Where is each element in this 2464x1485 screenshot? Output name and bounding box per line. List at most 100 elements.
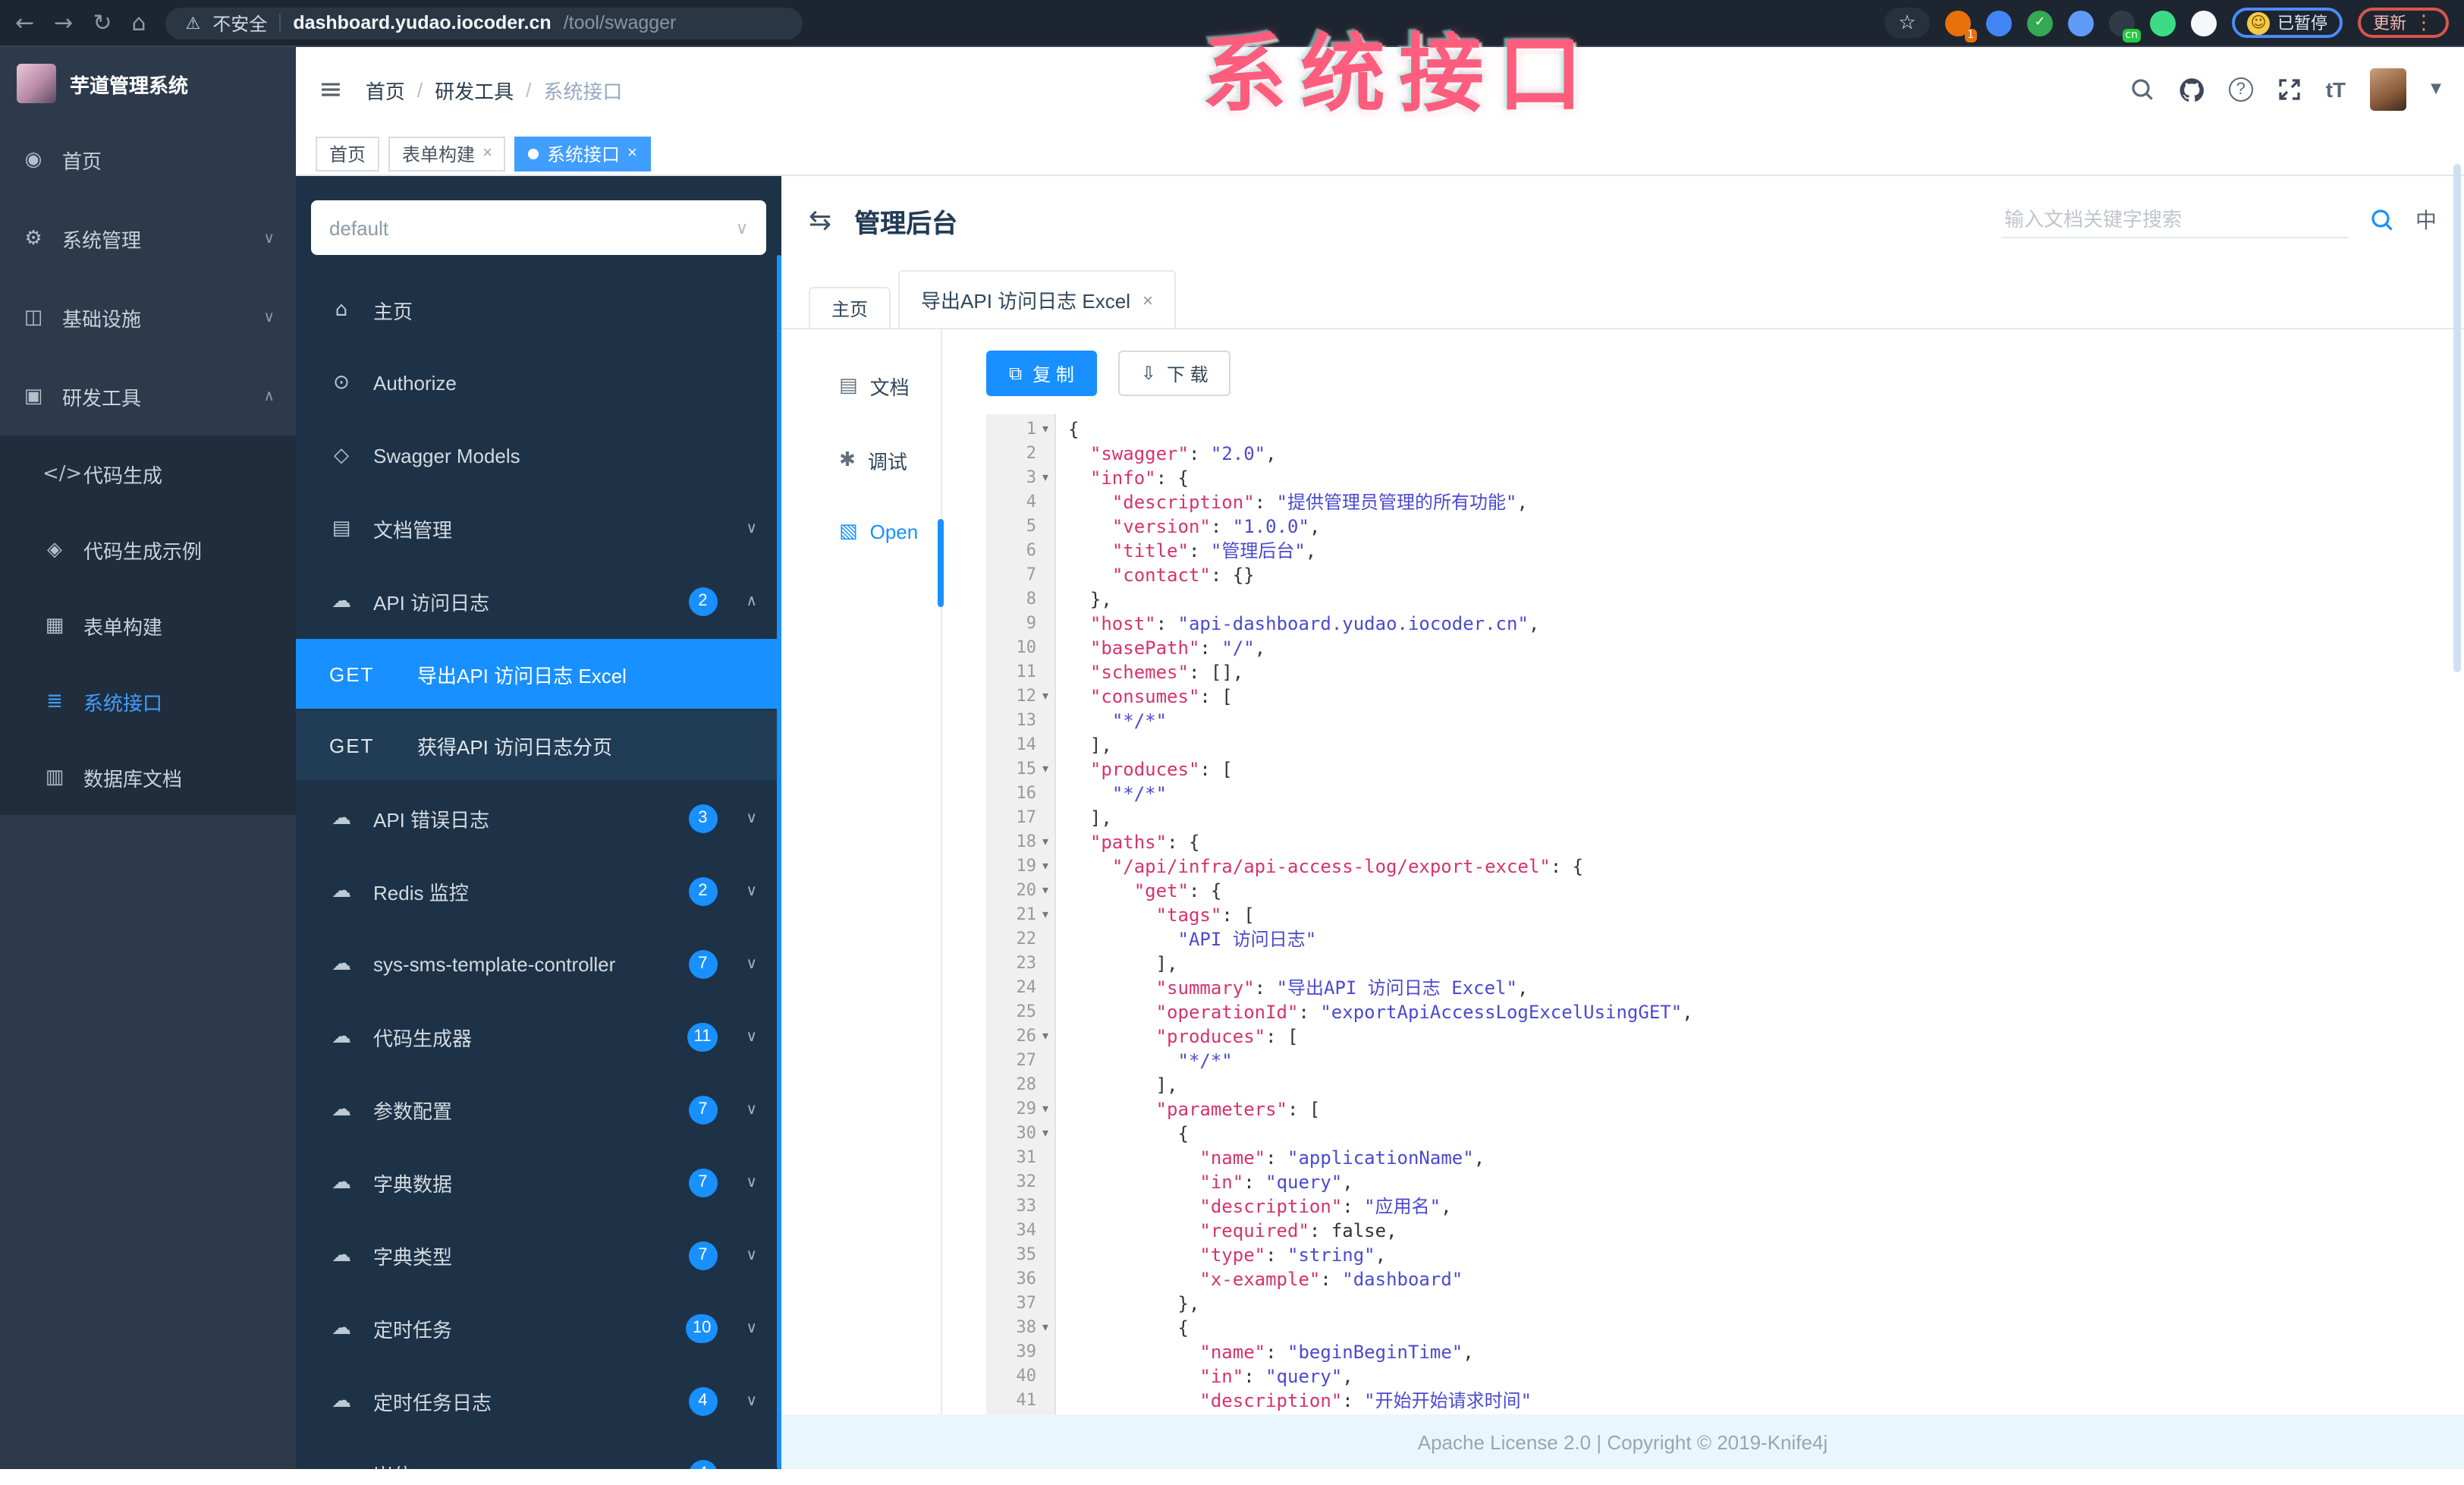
line-number[interactable]: 25 (986, 1000, 1054, 1024)
fold-icon[interactable]: ▾ (1036, 1024, 1054, 1049)
sidebar-item-研发工具[interactable]: ▣ 研发工具 ∧ (0, 357, 296, 436)
line-number[interactable]: 18 ▾ (986, 830, 1054, 854)
swagger-menu-item-Swagger Models[interactable]: ◇ Swagger Models (296, 419, 781, 492)
extension-leaf-icon[interactable] (2150, 10, 2176, 36)
line-number[interactable]: 2 (986, 442, 1054, 466)
close-tab-icon[interactable]: × (482, 144, 492, 162)
doc-tab-主页[interactable]: 主页 (809, 287, 891, 328)
extension-star-icon[interactable] (2191, 10, 2217, 36)
home-icon[interactable]: ⌂ (131, 11, 146, 34)
download-button[interactable]: ⇩ 下 载 (1117, 351, 1231, 396)
font-size-icon[interactable]: tT (2326, 77, 2346, 102)
sidebar-subitem-系统接口[interactable]: ≣ 系统接口 (0, 663, 296, 739)
line-number[interactable]: 15 ▾ (986, 757, 1054, 782)
line-number[interactable]: 14 (986, 733, 1054, 757)
view-tab-首页[interactable]: 首页 (316, 136, 380, 171)
line-number[interactable]: 24 (986, 976, 1054, 1000)
fold-icon[interactable]: ▾ (1036, 466, 1054, 490)
line-number[interactable]: 6 (986, 539, 1054, 563)
user-avatar[interactable] (2370, 68, 2407, 111)
github-icon[interactable] (2179, 77, 2205, 102)
line-number[interactable]: 13 (986, 709, 1054, 733)
line-number[interactable]: 11 (986, 660, 1054, 684)
close-doc-tab-icon[interactable]: × (1142, 289, 1153, 310)
swagger-menu-item-定时任务[interactable]: ☁ 定时任务 10 ∨ (296, 1292, 781, 1364)
user-menu-caret-icon[interactable]: ▼ (2431, 82, 2441, 97)
line-number[interactable]: 32 (986, 1170, 1054, 1194)
line-number[interactable]: 36 (986, 1267, 1054, 1292)
fullscreen-icon[interactable] (2277, 77, 2302, 102)
reload-icon[interactable]: ↻ (93, 11, 112, 34)
browser-menu-icon[interactable]: ⋮ (2414, 11, 2434, 34)
line-number[interactable]: 26 ▾ (986, 1024, 1054, 1049)
fold-icon[interactable]: ▾ (1036, 684, 1054, 709)
extension-translate-icon[interactable]: cn (2109, 10, 2141, 42)
swagger-menu-item-Authorize[interactable]: ⊙ Authorize (296, 346, 781, 419)
extension-proxy-icon[interactable]: 1 (1945, 10, 1977, 42)
address-bar[interactable]: ⚠ 不安全 dashboard.yudao.iocoder.cn/tool/sw… (165, 7, 803, 39)
api-operation-获得API 访问日志分页[interactable]: GET 获得API 访问日志分页 (296, 710, 781, 780)
view-tab-系统接口[interactable]: 系统接口 × (514, 136, 651, 171)
language-toggle-icon[interactable]: 中 (2415, 205, 2437, 235)
extension-check-icon[interactable]: ✓ (2027, 10, 2053, 36)
line-number[interactable]: 22 (986, 927, 1054, 952)
sidebar-logo-area[interactable]: 芋道管理系统 (0, 47, 296, 120)
fold-icon[interactable]: ▾ (1036, 854, 1054, 879)
line-number[interactable]: 40 (986, 1364, 1054, 1389)
swagger-menu-item-sys-sms-template-controller[interactable]: ☁ sys-sms-template-controller 7 ∨ (296, 927, 781, 1000)
fold-icon[interactable]: ▾ (1036, 903, 1054, 927)
line-number[interactable]: 28 (986, 1073, 1054, 1097)
line-number[interactable]: 33 (986, 1194, 1054, 1219)
line-number[interactable]: 3 ▾ (986, 466, 1054, 490)
mini-nav-调试[interactable]: ✱ 调试 (781, 446, 941, 475)
mini-nav-文档[interactable]: ▤ 文档 (781, 372, 941, 401)
view-tab-表单构建[interactable]: 表单构建 × (388, 136, 506, 171)
swagger-menu-item-字典数据[interactable]: ☁ 字典数据 7 ∨ (296, 1146, 781, 1219)
line-number[interactable]: 34 (986, 1219, 1054, 1243)
line-number[interactable]: 4 (986, 490, 1054, 514)
extension-grid-icon[interactable] (2068, 10, 2094, 36)
line-number[interactable]: 8 (986, 587, 1054, 612)
line-number[interactable]: 7 (986, 563, 1054, 587)
swagger-menu-item-API 错误日志[interactable]: ☁ API 错误日志 3 ∨ (296, 782, 781, 854)
hamburger-icon[interactable]: ≡ (319, 73, 343, 106)
line-number[interactable]: 27 (986, 1049, 1054, 1073)
search-icon[interactable] (2130, 77, 2154, 102)
swagger-menu-item-字典类型[interactable]: ☁ 字典类型 7 ∨ (296, 1219, 781, 1292)
line-number[interactable]: 10 (986, 636, 1054, 660)
sidebar-subitem-代码生成[interactable]: </> 代码生成 (0, 436, 296, 511)
json-editor[interactable]: 1 ▾ 2 3 ▾ 4 5 6 7 8 9 10 11 12 ▾ 13 14 15 ▾ 16 17 18 ▾ 19 ▾ 20 ▾ 21… (986, 414, 2464, 1414)
line-number[interactable]: 23 (986, 952, 1054, 976)
swagger-menu-item-主页[interactable]: ⌂ 主页 (296, 273, 781, 346)
sidebar-item-基础设施[interactable]: ◫ 基础设施 ∨ (0, 278, 296, 357)
help-icon[interactable]: ? (2228, 77, 2253, 102)
sidebar-subitem-数据库文档[interactable]: ▥ 数据库文档 (0, 739, 296, 815)
line-number[interactable]: 37 (986, 1292, 1054, 1316)
swagger-menu-item-Redis 监控[interactable]: ☁ Redis 监控 2 ∨ (296, 854, 781, 927)
fold-icon[interactable]: ▾ (1036, 879, 1054, 903)
swagger-menu-item-定时任务日志[interactable]: ☁ 定时任务日志 4 ∨ (296, 1364, 781, 1437)
line-number[interactable]: 38 ▾ (986, 1316, 1054, 1340)
fold-icon[interactable]: ▾ (1036, 830, 1054, 854)
line-number[interactable]: 31 (986, 1146, 1054, 1170)
forward-icon[interactable]: → (54, 11, 73, 34)
line-number[interactable]: 41 (986, 1389, 1054, 1413)
line-number[interactable]: 9 (986, 612, 1054, 636)
swagger-menu-item-参数配置[interactable]: ☁ 参数配置 7 ∨ (296, 1073, 781, 1146)
line-number[interactable]: 30 ▾ (986, 1122, 1054, 1146)
swagger-menu-item-代码生成器[interactable]: ☁ 代码生成器 11 ∨ (296, 1000, 781, 1073)
doc-tab-导出API 访问日志 Excel[interactable]: 导出API 访问日志 Excel × (898, 270, 1176, 328)
line-number[interactable]: 1 ▾ (986, 417, 1054, 442)
extension-location-icon[interactable] (1986, 10, 2012, 36)
update-browser-pill[interactable]: 更新 ⋮ (2358, 8, 2449, 38)
close-tab-icon[interactable]: × (627, 144, 637, 162)
api-group-select[interactable]: default ∨ (311, 200, 766, 255)
collapse-menu-icon[interactable]: ⇆ (809, 204, 831, 236)
sidebar-item-首页[interactable]: ◉ 首页 (0, 120, 296, 199)
api-operation-导出API 访问日志 Excel[interactable]: GET 导出API 访问日志 Excel (296, 639, 781, 709)
fold-icon[interactable]: ▾ (1036, 417, 1054, 442)
fold-icon[interactable]: ▾ (1036, 1122, 1054, 1146)
line-number[interactable]: 16 (986, 782, 1054, 806)
sidebar-item-系统管理[interactable]: ⚙ 系统管理 ∨ (0, 199, 296, 278)
line-number[interactable]: 17 (986, 806, 1054, 830)
